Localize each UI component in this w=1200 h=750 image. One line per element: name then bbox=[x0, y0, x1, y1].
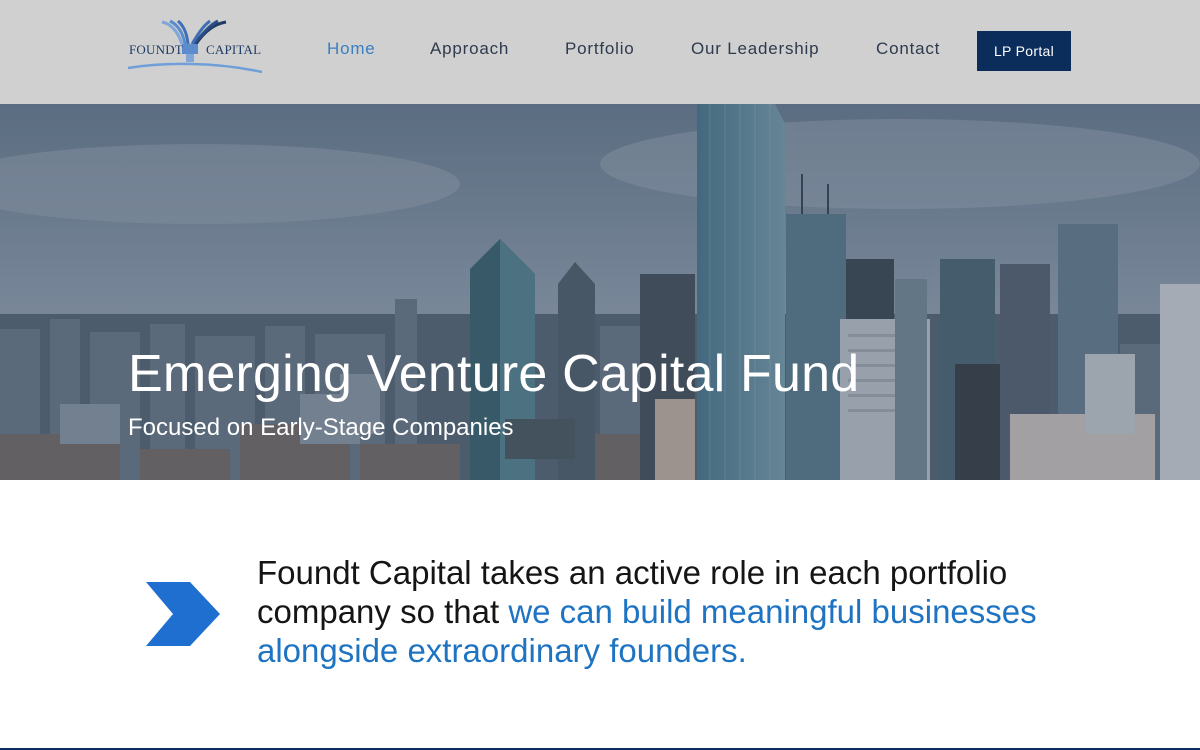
hero-banner: Emerging Venture Capital Fund Focused on… bbox=[0, 104, 1200, 480]
nav-approach[interactable]: Approach bbox=[430, 39, 509, 59]
nav-contact[interactable]: Contact bbox=[876, 39, 940, 59]
hero-subtitle: Focused on Early-Stage Companies bbox=[128, 414, 514, 441]
lp-portal-button[interactable]: LP Portal bbox=[977, 31, 1071, 71]
nav-home[interactable]: Home bbox=[327, 39, 376, 59]
site-header: FOUNDT CAPITAL Home Approach Portfolio O… bbox=[0, 0, 1200, 104]
mission-statement: Foundt Capital takes an active role in e… bbox=[257, 553, 1077, 670]
chevron-right-icon bbox=[146, 582, 220, 646]
hero-title: Emerging Venture Capital Fund bbox=[128, 345, 860, 403]
nav-our-leadership[interactable]: Our Leadership bbox=[691, 39, 819, 59]
nav-portfolio[interactable]: Portfolio bbox=[565, 39, 635, 59]
main-nav: Home Approach Portfolio Our Leadership C… bbox=[0, 0, 1200, 104]
